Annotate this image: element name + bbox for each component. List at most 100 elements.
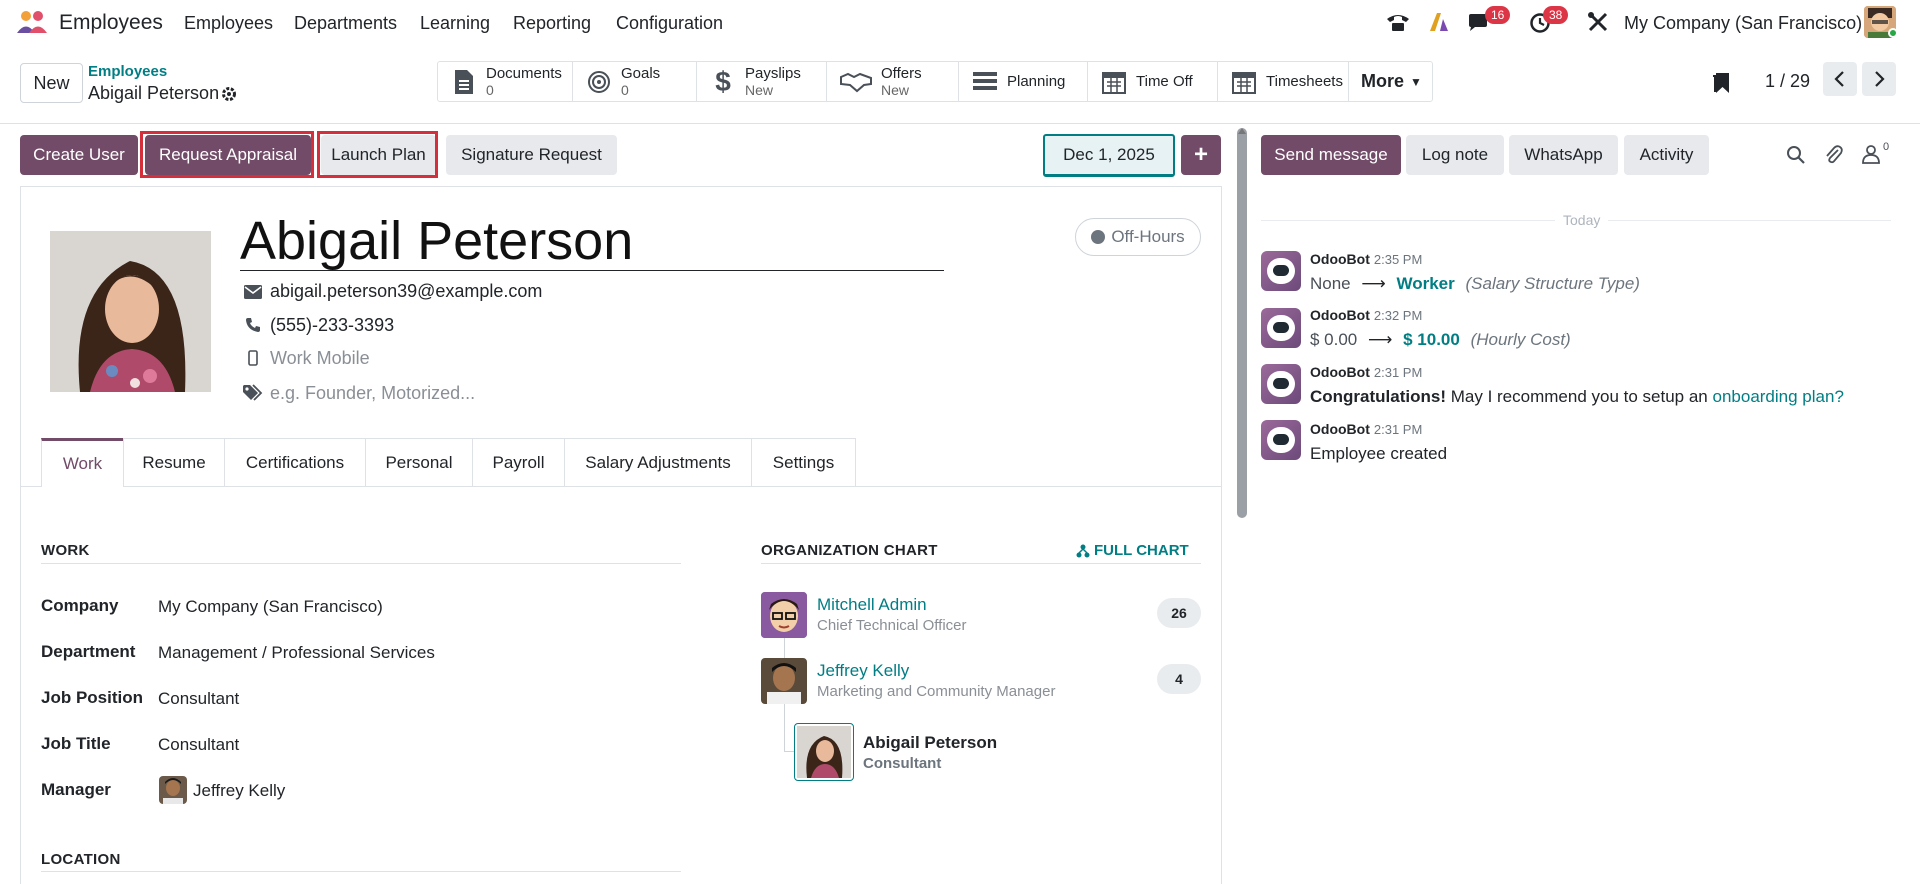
smart-value: 0 <box>486 81 494 98</box>
full-chart-label: FULL CHART <box>1094 542 1189 559</box>
pager-next-button[interactable] <box>1862 62 1896 96</box>
app-logo-icon[interactable] <box>16 10 50 34</box>
sitemap-icon <box>1076 544 1090 557</box>
location-section-title: LOCATION <box>41 851 121 868</box>
org-name-mitchell[interactable]: Mitchell Admin <box>817 595 927 615</box>
section-divider <box>41 563 681 564</box>
employee-photo[interactable] <box>50 231 211 392</box>
tab-resume[interactable]: Resume <box>123 438 225 486</box>
followers-icon[interactable] <box>1862 144 1880 169</box>
signature-request-button[interactable]: Signature Request <box>446 135 617 175</box>
old-value: None <box>1310 274 1351 293</box>
org-name-current: Abigail Peterson <box>863 733 998 752</box>
onboarding-plan-link[interactable]: onboarding plan? <box>1713 387 1844 406</box>
smart-button-payslips[interactable]: $ Payslips New <box>697 62 827 101</box>
smart-value: New <box>745 81 774 98</box>
full-chart-link[interactable]: FULL CHART <box>1076 542 1189 559</box>
menu-reporting[interactable]: Reporting <box>513 13 591 34</box>
job-title-label: Job Title <box>41 734 111 753</box>
odoobot-avatar[interactable] <box>1261 420 1301 460</box>
smart-button-offers[interactable]: Offers New <box>827 62 959 101</box>
tab-work[interactable]: Work <box>41 438 124 487</box>
form-scrollbar[interactable] <box>1237 128 1247 518</box>
pager-value[interactable]: 1 / 29 <box>1765 71 1810 92</box>
smart-label: Time Off <box>1136 72 1193 90</box>
menu-departments[interactable]: Departments <box>294 13 397 34</box>
org-avatar-jeffrey[interactable] <box>761 658 807 704</box>
job-title-field[interactable]: Consultant <box>158 735 239 755</box>
presence-status-badge[interactable]: Off-Hours <box>1075 218 1201 256</box>
breadcrumb-employees[interactable]: Employees <box>88 63 167 80</box>
smart-button-goals[interactable]: Goals 0 <box>573 62 697 101</box>
smart-button-timesheets[interactable]: Timesheets <box>1218 62 1349 101</box>
org-chart-title: ORGANIZATION CHART <box>761 542 938 559</box>
send-message-button[interactable]: Send message <box>1261 135 1401 175</box>
scroll-up-arrow-icon[interactable] <box>1238 128 1246 134</box>
activity-button[interactable]: Activity <box>1624 135 1709 175</box>
tab-certifications[interactable]: Certifications <box>224 438 366 486</box>
menu-configuration[interactable]: Configuration <box>616 13 723 34</box>
menu-learning[interactable]: Learning <box>420 13 490 34</box>
smart-value: 0 <box>621 81 629 98</box>
org-connector <box>784 704 785 752</box>
smart-button-time-off[interactable]: Time Off <box>1088 62 1218 101</box>
bookmark-icon[interactable] <box>1712 72 1732 99</box>
department-field[interactable]: Management / Professional Services <box>158 643 435 663</box>
manager-field[interactable]: Jeffrey Kelly <box>193 781 285 801</box>
gear-icon[interactable] <box>221 86 237 107</box>
org-count-mitchell[interactable]: 26 <box>1157 598 1201 628</box>
message-time: 2:31 PM <box>1373 365 1423 380</box>
paperclip-icon[interactable] <box>1824 144 1844 171</box>
new-button[interactable]: New <box>20 63 83 103</box>
create-user-button[interactable]: Create User <box>20 135 138 175</box>
job-position-field[interactable]: Consultant <box>158 689 239 709</box>
dollar-icon: $ <box>715 65 731 97</box>
highlight-box <box>140 131 314 178</box>
work-phone-field[interactable]: (555)-233-3393 <box>270 315 394 336</box>
odoobot-avatar[interactable] <box>1261 251 1301 291</box>
tab-payroll[interactable]: Payroll <box>472 438 565 486</box>
org-avatar-mitchell[interactable] <box>761 592 807 638</box>
message-text: Employee created <box>1310 444 1448 463</box>
tools-icon[interactable] <box>1587 11 1609 38</box>
employee-name[interactable]: Abigail Peterson <box>240 210 633 272</box>
log-note-button[interactable]: Log note <box>1406 135 1504 175</box>
email-field[interactable]: abigail.peterson39@example.com <box>270 281 542 302</box>
add-button[interactable]: + <box>1181 135 1221 175</box>
date-field[interactable]: Dec 1, 2025 <box>1043 134 1175 177</box>
caret-down-icon: ▼ <box>1410 74 1422 89</box>
odoobot-avatar[interactable] <box>1261 364 1301 404</box>
work-mobile-input[interactable]: Work Mobile <box>270 348 370 369</box>
smart-button-more[interactable]: More ▼ <box>1349 62 1432 101</box>
smart-button-documents[interactable]: Documents 0 <box>438 62 573 101</box>
org-connector <box>784 751 794 752</box>
tab-salary-adjustments[interactable]: Salary Adjustments <box>564 438 752 486</box>
planning-icon <box>971 68 999 96</box>
user-status-dot <box>1888 28 1898 38</box>
pager-previous-button[interactable] <box>1823 62 1857 96</box>
message-time: 2:32 PM <box>1373 308 1423 323</box>
calendar-icon <box>1230 68 1258 96</box>
company-field[interactable]: My Company (San Francisco) <box>158 597 383 617</box>
menu-employees[interactable]: Employees <box>184 13 273 34</box>
department-label: Department <box>41 642 136 661</box>
odoobot-avatar[interactable] <box>1261 308 1301 348</box>
new-value: Worker <box>1396 274 1455 293</box>
message-body: $ 0.00 ⟶ $ 10.00 (Hourly Cost) <box>1310 330 1571 350</box>
smart-button-planning[interactable]: Planning <box>959 62 1088 101</box>
message-author: OdooBot 2:32 PM <box>1310 307 1423 323</box>
app-name[interactable]: Employees <box>59 11 163 35</box>
voip-phone-icon[interactable] <box>1385 11 1411 38</box>
org-name-jeffrey[interactable]: Jeffrey Kelly <box>817 661 909 681</box>
tab-settings[interactable]: Settings <box>751 438 856 486</box>
ai-icon[interactable] <box>1428 11 1450 38</box>
tab-personal[interactable]: Personal <box>365 438 473 486</box>
whatsapp-button[interactable]: WhatsApp <box>1509 135 1618 175</box>
mobile-icon <box>248 350 258 371</box>
company-switcher[interactable]: My Company (San Francisco) <box>1624 13 1862 34</box>
search-icon[interactable] <box>1786 145 1806 170</box>
tags-input[interactable]: e.g. Founder, Motorized... <box>270 383 475 404</box>
org-count-jeffrey[interactable]: 4 <box>1157 664 1201 694</box>
arrow-right-icon: ⟶ <box>1361 274 1386 293</box>
chevron-right-icon <box>1875 71 1885 87</box>
